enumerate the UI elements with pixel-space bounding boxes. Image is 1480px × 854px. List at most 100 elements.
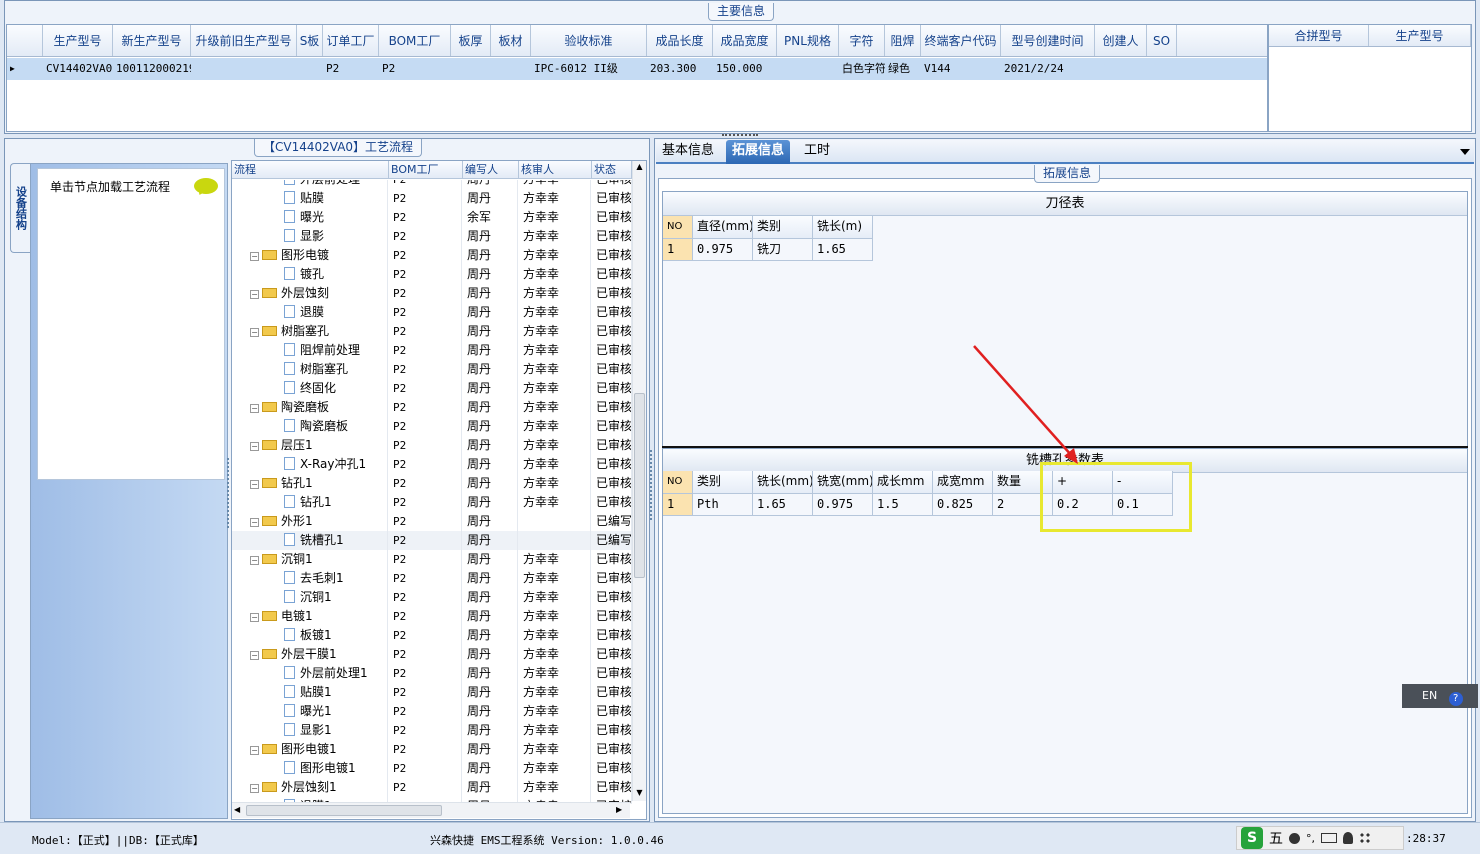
tree-row[interactable]: 陶瓷磨板 P2 周丹 方幸幸 已审核 <box>232 417 632 436</box>
tree-node[interactable]: 退膜 <box>232 303 388 322</box>
tree-node[interactable]: 阻焊前处理 <box>232 341 388 360</box>
tree-node[interactable]: − 外层蚀刻1 <box>232 778 388 797</box>
tree-row[interactable]: 图形电镀1 P2 周丹 方幸幸 已审核 <box>232 759 632 778</box>
tree-vscroll-thumb[interactable] <box>634 393 645 578</box>
main-cell-1[interactable]: 10011200021901 <box>113 58 191 80</box>
tree-row[interactable]: − 沉铜1 P2 周丹 方幸幸 已审核 <box>232 550 632 569</box>
tree-node[interactable]: − 外层蚀刻 <box>232 284 388 303</box>
tree-row[interactable]: − 外层蚀刻 P2 周丹 方幸幸 已审核 <box>232 284 632 303</box>
tree-node[interactable]: X-Ray冲孔1 <box>232 455 388 474</box>
tree-row[interactable]: − 外层干膜1 P2 周丹 方幸幸 已审核 <box>232 645 632 664</box>
tree-node[interactable]: 图形电镀1 <box>232 759 388 778</box>
main-cell-15[interactable]: 2021/2/24 <box>1001 58 1095 80</box>
tree-node[interactable]: 显影1 <box>232 721 388 740</box>
tree-row[interactable]: − 钻孔1 P2 周丹 方幸幸 已审核 <box>232 474 632 493</box>
language-indicator[interactable]: EN ? <box>1402 684 1478 708</box>
main-cell-10[interactable]: 150.000 <box>713 58 777 80</box>
main-cell-6[interactable] <box>451 58 491 80</box>
tree-row[interactable]: 板镀1 P2 周丹 方幸幸 已审核 <box>232 626 632 645</box>
tree-node[interactable]: − 层压1 <box>232 436 388 455</box>
side-tab-device-structure[interactable]: 设备结构 <box>10 163 30 253</box>
tool_table-cell-1[interactable]: 0.975 <box>693 239 753 261</box>
expand-toggle-icon[interactable]: − <box>250 252 259 261</box>
merge-model-grid[interactable]: 合拼型号 生产型号 <box>1268 24 1472 132</box>
main-cell-11[interactable] <box>777 58 839 80</box>
expand-toggle-icon[interactable]: − <box>250 784 259 793</box>
tree-row[interactable]: 铣槽孔1 P2 周丹 已编写 <box>232 531 632 550</box>
expand-toggle-icon[interactable]: − <box>250 556 259 565</box>
scroll-down-icon[interactable]: ▼ <box>635 789 644 797</box>
tool_table-cell-2[interactable]: 铣刀 <box>753 239 813 261</box>
tool_table-cell-3[interactable]: 1.65 <box>813 239 873 261</box>
tree-node[interactable]: − 图形电镀1 <box>232 740 388 759</box>
tree-node[interactable]: − 外层干膜1 <box>232 645 388 664</box>
tree-node[interactable]: 显影 <box>232 227 388 246</box>
tree-node[interactable]: − 钻孔1 <box>232 474 388 493</box>
slot_table-cell-5[interactable]: 0.825 <box>933 494 993 516</box>
ime-mode-label[interactable]: 五 <box>1269 828 1283 848</box>
tree-row[interactable]: − 图形电镀1 P2 周丹 方幸幸 已审核 <box>232 740 632 759</box>
tree-node[interactable]: 贴膜1 <box>232 683 388 702</box>
ime-punct-icon[interactable]: °, <box>1306 832 1315 845</box>
tab-work-hours[interactable]: 工时 <box>798 140 836 164</box>
tree-node[interactable]: 镀孔 <box>232 265 388 284</box>
tree-row[interactable]: 贴膜1 P2 周丹 方幸幸 已审核 <box>232 683 632 702</box>
main-cell-13[interactable]: 绿色 <box>885 58 921 80</box>
expand-toggle-icon[interactable]: − <box>250 480 259 489</box>
scroll-up-icon[interactable]: ▲ <box>635 163 644 171</box>
expand-toggle-icon[interactable]: − <box>250 404 259 413</box>
process-tree[interactable]: 流程 BOM工厂 编写人 核审人 状态 外层前处理P2周丹方幸幸已审核贴膜P2周… <box>231 160 647 820</box>
main-cell-12[interactable]: 白色字符 <box>839 58 885 80</box>
tree-row[interactable]: 外层前处理1 P2 周丹 方幸幸 已审核 <box>232 664 632 683</box>
tab-extended-info[interactable]: 拓展信息 <box>726 140 791 164</box>
tree-node[interactable]: 外层前处理 <box>232 180 388 189</box>
main-info-grid[interactable]: 生产型号 新生产型号 升级前旧生产型号 S板 订单工厂 BOM工厂 板厚 板材 验收标准 成品长度… <box>6 24 1268 132</box>
tree-node[interactable]: 沉铜1 <box>232 588 388 607</box>
main-cell-17[interactable] <box>1147 58 1177 80</box>
tree-node[interactable]: − 电镀1 <box>232 607 388 626</box>
slot_table-cell-2[interactable]: 1.65 <box>753 494 813 516</box>
ime-dot-icon[interactable] <box>1289 832 1300 844</box>
tree-row[interactable]: 贴膜 P2 周丹 方幸幸 已审核 <box>232 189 632 208</box>
tree-node[interactable]: − 外形1 <box>232 512 388 531</box>
tree-body[interactable]: 外层前处理P2周丹方幸幸已审核贴膜P2周丹方幸幸已审核曝光P2余军方幸幸已审核显… <box>232 180 632 804</box>
tree-row[interactable]: − 电镀1 P2 周丹 方幸幸 已审核 <box>232 607 632 626</box>
tree-row[interactable]: − 外形1 P2 周丹 已编写 <box>232 512 632 531</box>
tree-row[interactable]: 退膜 P2 周丹 方幸幸 已审核 <box>232 303 632 322</box>
tree-row[interactable]: − 层压1 P2 周丹 方幸幸 已审核 <box>232 436 632 455</box>
tab-dropdown-icon[interactable] <box>1460 149 1470 155</box>
main-cell-9[interactable]: 203.300 <box>647 58 713 80</box>
grid-apps-icon[interactable] <box>1359 832 1371 844</box>
tree-row[interactable]: 钻孔1 P2 周丹 方幸幸 已审核 <box>232 493 632 512</box>
main-cell-5[interactable]: P2 <box>379 58 451 80</box>
tree-row[interactable]: − 外层蚀刻1 P2 周丹 方幸幸 已审核 <box>232 778 632 797</box>
main-cell-7[interactable] <box>491 58 531 80</box>
tree-row[interactable]: − 陶瓷磨板 P2 周丹 方幸幸 已审核 <box>232 398 632 417</box>
tree-row[interactable]: 镀孔 P2 周丹 方幸幸 已审核 <box>232 265 632 284</box>
scroll-left-icon[interactable]: ◀ <box>234 805 240 814</box>
tree-node[interactable]: 去毛刺1 <box>232 569 388 588</box>
expand-toggle-icon[interactable]: − <box>250 613 259 622</box>
tree-node[interactable]: 铣槽孔1 <box>232 531 388 550</box>
tree-node[interactable]: 板镀1 <box>232 626 388 645</box>
tree-row[interactable]: 阻焊前处理 P2 周丹 方幸幸 已审核 <box>232 341 632 360</box>
tree-node[interactable]: − 图形电镀 <box>232 246 388 265</box>
user-icon[interactable] <box>1343 832 1353 844</box>
main-cell-0[interactable]: CV14402VA0 <box>43 58 113 80</box>
tool_table-row[interactable]: 1 0.975 铣刀 1.65 <box>663 239 873 261</box>
tree-node[interactable]: − 树脂塞孔 <box>232 322 388 341</box>
tree-row[interactable]: 显影 P2 周丹 方幸幸 已审核 <box>232 227 632 246</box>
tree-hscroll-thumb[interactable] <box>246 805 442 816</box>
main-cell-3[interactable] <box>297 58 323 80</box>
expand-toggle-icon[interactable]: − <box>250 290 259 299</box>
tree-row[interactable]: 去毛刺1 P2 周丹 方幸幸 已审核 <box>232 569 632 588</box>
expand-toggle-icon[interactable]: − <box>250 442 259 451</box>
tree-node[interactable]: 曝光 <box>232 208 388 227</box>
tree-node[interactable]: 曝光1 <box>232 702 388 721</box>
right-splitter-handle[interactable] <box>650 450 654 520</box>
tree-node[interactable]: 终固化 <box>232 379 388 398</box>
slot_table-cell-1[interactable]: Pth <box>693 494 753 516</box>
main-cell-16[interactable] <box>1095 58 1147 80</box>
tree-horizontal-scrollbar[interactable]: ◀ ▶ <box>232 802 630 818</box>
tree-row[interactable]: X-Ray冲孔1 P2 周丹 方幸幸 已审核 <box>232 455 632 474</box>
